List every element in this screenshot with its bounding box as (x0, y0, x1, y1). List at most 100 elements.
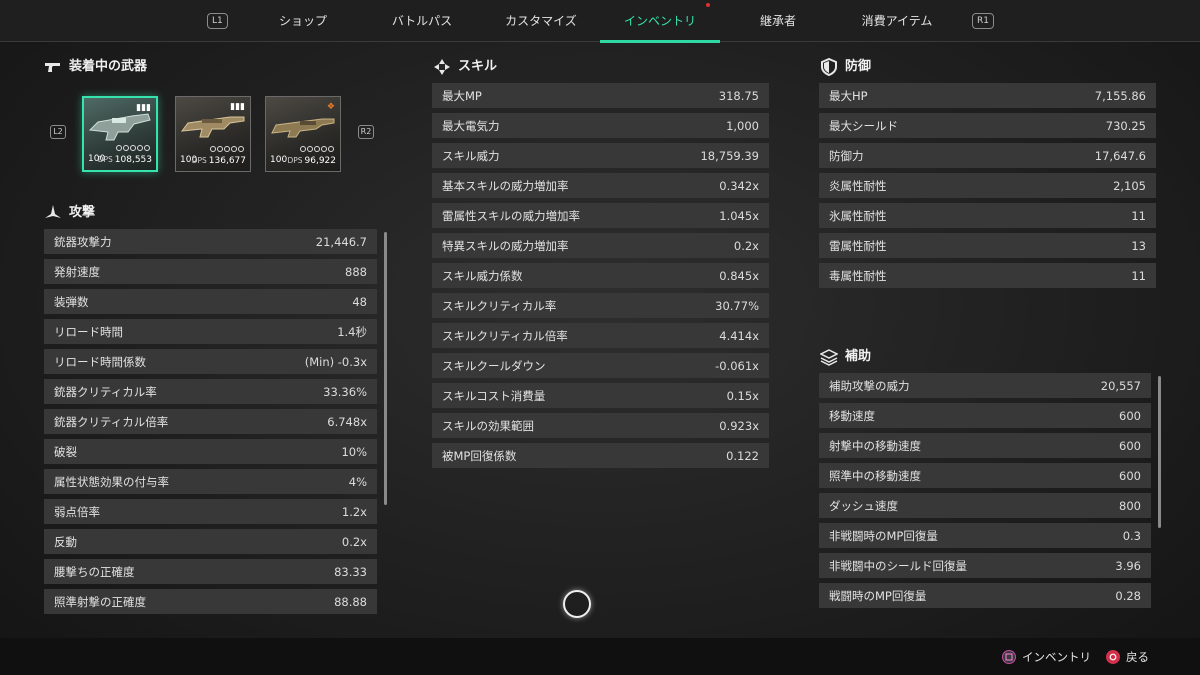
r2-button[interactable]: R2 (358, 125, 374, 139)
support-stat-list[interactable]: 補助攻撃の威力 20,557 移動速度 600 射撃中の移動速度 600 照準中の移動速度 6… (819, 373, 1151, 626)
stat-label: 戦闘時のMP回復量 (829, 588, 927, 603)
stat-label: 最大電気力 (442, 118, 500, 133)
stat-row[interactable]: 毒属性耐性 11 (819, 263, 1156, 288)
stat-label: 銃器クリティカル率 (54, 384, 157, 399)
stat-row[interactable]: スキル威力係数 0.845x (432, 263, 769, 288)
tab-descendants[interactable]: 継承者 (718, 0, 838, 42)
weapon-slot-3[interactable]: ❖ 100 DPS 96,922 (265, 96, 341, 172)
defense-title: 防御 (845, 59, 872, 74)
stat-label: 基本スキルの威力増加率 (442, 178, 569, 193)
stat-value: 600 (1119, 438, 1141, 453)
stat-value: 10% (341, 444, 367, 459)
skill-stat-list[interactable]: 最大MP 318.75 最大電気力 1,000 スキル威力 18,759.39 基本スキルの… (432, 83, 769, 473)
stat-row[interactable]: リロード時間係数 (Min) -0.3x (44, 349, 377, 374)
stat-value: 600 (1119, 408, 1141, 423)
stat-label: 雷属性スキルの威力増加率 (442, 208, 580, 223)
stat-value: 1,000 (726, 118, 759, 133)
stat-row[interactable]: スキルクリティカル率 30.77% (432, 293, 769, 318)
stat-row[interactable]: 雷属性スキルの威力増加率 1.045x (432, 203, 769, 228)
stat-row[interactable]: スキルクリティカル倍率 4.414x (432, 323, 769, 348)
inventory-hint[interactable]: インベントリ (1002, 649, 1091, 665)
r1-button[interactable]: R1 (972, 13, 994, 29)
stat-value: 17,647.6 (1094, 148, 1146, 163)
stat-row[interactable]: 腰撃ちの正確度 83.33 (44, 559, 377, 584)
stat-row[interactable]: 射撃中の移動速度 600 (819, 433, 1151, 458)
weapon-slot-2[interactable]: ▮▮▮ 100 DPS 136,677 (175, 96, 251, 172)
skill-title: スキル (458, 59, 498, 74)
stat-row[interactable]: 被MP回復係数 0.122 (432, 443, 769, 468)
stat-row[interactable]: 銃器クリティカル率 33.36% (44, 379, 377, 404)
stat-row[interactable]: スキルコスト消費量 0.15x (432, 383, 769, 408)
stat-value: 1.045x (719, 208, 759, 223)
stat-label: 銃器クリティカル倍率 (54, 414, 169, 429)
stat-label: 反動 (54, 534, 77, 549)
stat-row[interactable]: 発射速度 888 (44, 259, 377, 284)
stat-row[interactable]: スキル威力 18,759.39 (432, 143, 769, 168)
stat-row[interactable]: 弱点倍率 1.2x (44, 499, 377, 524)
stat-label: 発射速度 (54, 264, 100, 279)
stat-row[interactable]: 基本スキルの威力増加率 0.342x (432, 173, 769, 198)
l1-button[interactable]: L1 (207, 13, 228, 29)
stat-value: 6.748x (327, 414, 367, 429)
tab-inventory[interactable]: インベントリ (600, 0, 720, 43)
stat-row[interactable]: 最大MP 318.75 (432, 83, 769, 108)
attack-scrollbar[interactable] (384, 232, 387, 505)
stat-row[interactable]: スキルクールダウン -0.061x (432, 353, 769, 378)
bottom-hint-bar: インベントリ 戻る (0, 638, 1200, 675)
stat-label: スキル威力 (442, 148, 500, 163)
stat-row[interactable]: ダッシュ速度 800 (819, 493, 1151, 518)
l2-button[interactable]: L2 (50, 125, 66, 139)
weapon-dps: DPS 136,677 (191, 156, 246, 166)
stat-row[interactable]: 破裂 10% (44, 439, 377, 464)
weapon-slot-1[interactable]: ▮▮▮ 100 DPS 108,553 (82, 96, 158, 172)
ammo-type-icon: ▮▮▮ (136, 103, 151, 113)
stat-row[interactable]: 照準中の移動速度 600 (819, 463, 1151, 488)
stat-row[interactable]: 装弾数 48 (44, 289, 377, 314)
stat-row[interactable]: 最大HP 7,155.86 (819, 83, 1156, 108)
defense-stat-list[interactable]: 最大HP 7,155.86 最大シールド 730.25 防御力 17,647.6 炎属性耐性… (819, 83, 1156, 293)
stat-row[interactable]: 属性状態効果の付与率 4% (44, 469, 377, 494)
stat-row[interactable]: 非戦闘時のMP回復量 0.3 (819, 523, 1151, 548)
pistol-icon (44, 58, 62, 76)
tab-customize[interactable]: カスタマイズ (481, 0, 601, 42)
stat-row[interactable]: 炎属性耐性 2,105 (819, 173, 1156, 198)
stat-value: 7,155.86 (1094, 88, 1146, 103)
stat-row[interactable]: 防御力 17,647.6 (819, 143, 1156, 168)
stat-row[interactable]: スキルの効果範囲 0.923x (432, 413, 769, 438)
stat-row[interactable]: 雷属性耐性 13 (819, 233, 1156, 258)
stat-label: 移動速度 (829, 408, 875, 423)
stat-row[interactable]: 銃器攻撃力 21,446.7 (44, 229, 377, 254)
cursor (563, 590, 591, 618)
stat-row[interactable]: 戦闘時のMP回復量 0.28 (819, 583, 1151, 608)
stat-row[interactable]: 補助攻撃の威力 20,557 (819, 373, 1151, 398)
stat-row[interactable]: 最大シールド 730.25 (819, 113, 1156, 138)
attack-icon (44, 204, 62, 222)
stat-row[interactable]: 最大電気力 1,000 (432, 113, 769, 138)
stat-label: ダッシュ速度 (829, 498, 898, 513)
attack-stat-list[interactable]: 銃器攻撃力 21,446.7 発射速度 888 装弾数 48 リロード時間 1.4秒 リロード時… (44, 229, 377, 624)
stat-value: 0.2x (341, 534, 367, 549)
stat-row[interactable]: 銃器クリティカル倍率 6.748x (44, 409, 377, 434)
stat-row[interactable]: 非戦闘中のシールド回復量 3.96 (819, 553, 1151, 578)
stat-value: 318.75 (718, 88, 759, 103)
stat-value: 88.88 (334, 594, 367, 609)
stat-label: スキルクリティカル倍率 (442, 328, 568, 343)
stat-label: スキルの効果範囲 (442, 418, 534, 433)
stat-row[interactable]: 氷属性耐性 11 (819, 203, 1156, 228)
layers-icon (819, 348, 839, 366)
stat-row[interactable]: 反動 0.2x (44, 529, 377, 554)
stat-value: 3.96 (1115, 558, 1141, 573)
support-scrollbar[interactable] (1158, 376, 1161, 528)
stat-row[interactable]: 特異スキルの威力増加率 0.2x (432, 233, 769, 258)
back-hint[interactable]: 戻る (1106, 649, 1149, 665)
stat-row[interactable]: 移動速度 600 (819, 403, 1151, 428)
stat-value: 800 (1119, 498, 1141, 513)
stat-row[interactable]: リロード時間 1.4秒 (44, 319, 377, 344)
stat-label: 装弾数 (54, 294, 89, 309)
stat-row[interactable]: 照準射撃の正確度 88.88 (44, 589, 377, 614)
tab-shop[interactable]: ショップ (243, 0, 363, 42)
module-pips (300, 146, 334, 152)
tab-consumables[interactable]: 消費アイテム (837, 0, 957, 42)
tab-battle-pass[interactable]: バトルパス (362, 0, 482, 42)
module-pips (116, 145, 150, 151)
